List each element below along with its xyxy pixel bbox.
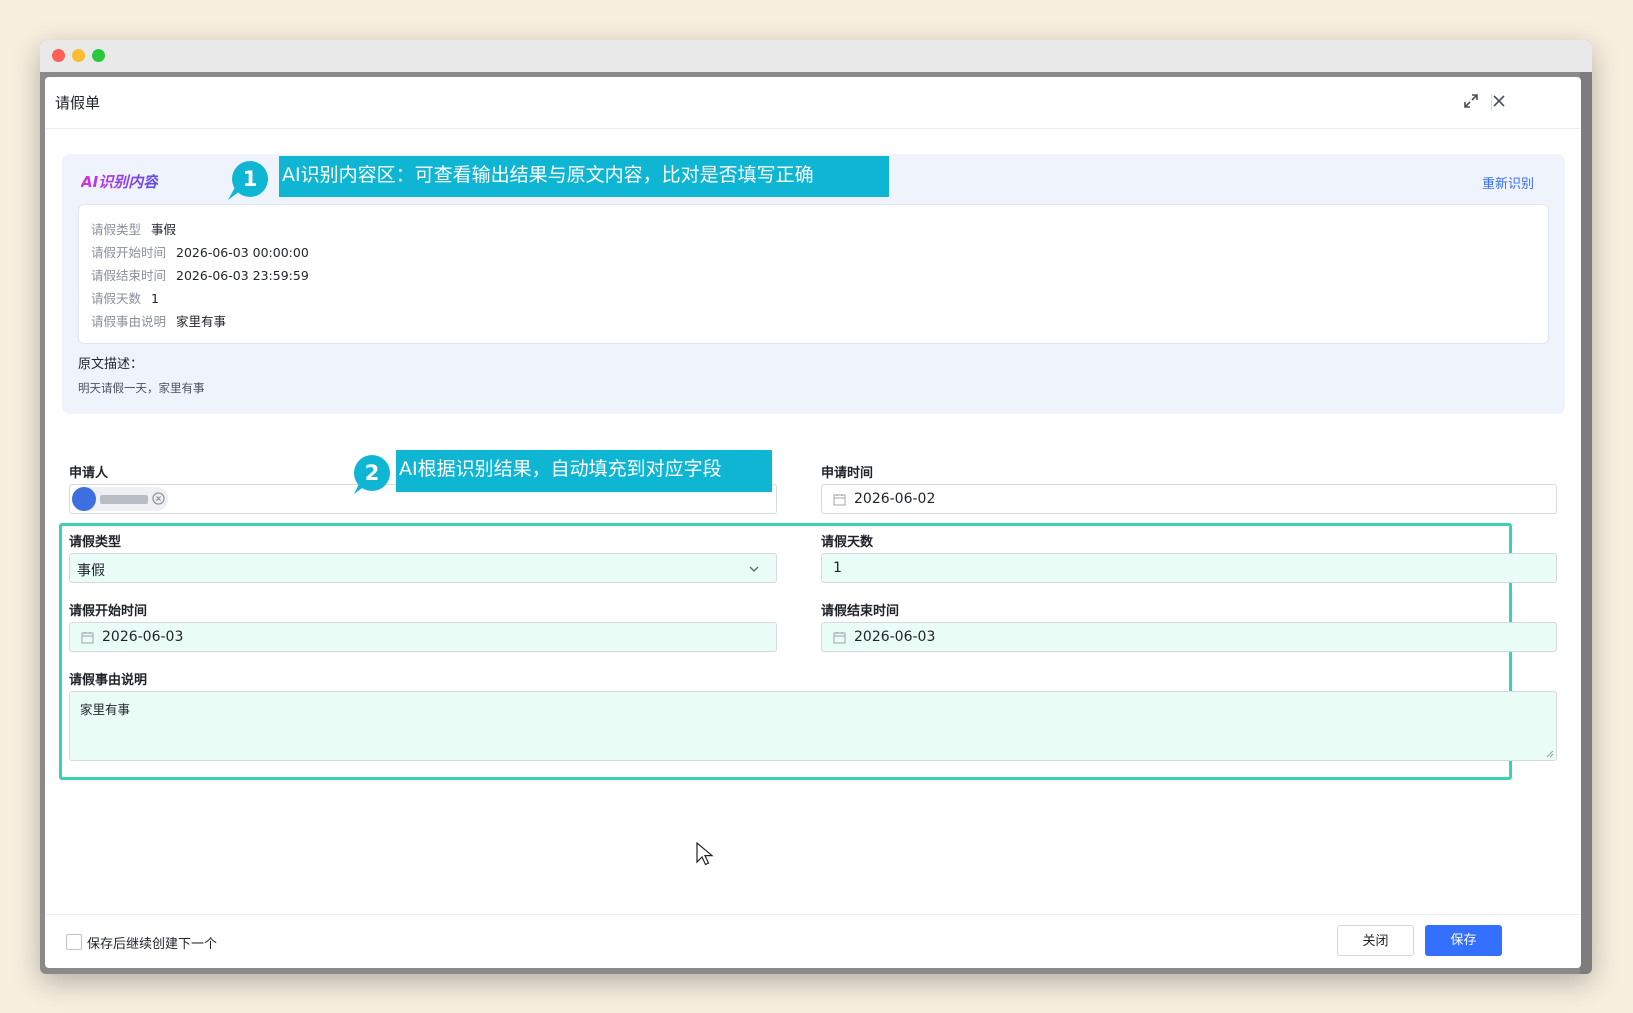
start-time-field[interactable]: 2026-06-03 <box>69 622 777 652</box>
continue-create-label: 保存后继续创建下一个 <box>87 937 218 952</box>
resize-handle-icon[interactable] <box>1545 749 1554 758</box>
callout-2-text: AI根据识别结果，自动填充到对应字段 <box>396 450 772 492</box>
leave-days-label: 请假天数 <box>821 535 874 550</box>
end-time-value: 2026-06-03 <box>854 629 936 645</box>
close-window-button[interactable] <box>52 49 65 62</box>
leave-request-dialog: 请假单 AI识别内容 重新识别 请假类型 事假 请假开始时间 2026-06-03 … <box>45 77 1581 968</box>
original-text-label: 原文描述： <box>78 357 144 372</box>
callout-1-text: AI识别内容区：可查看输出结果与原文内容，比对是否填写正确 <box>279 156 889 197</box>
calendar-icon <box>81 632 94 644</box>
reason-textarea[interactable]: 家里有事 <box>69 691 1557 761</box>
chevron-down-icon <box>749 566 759 572</box>
calendar-icon <box>833 632 846 644</box>
dialog-title: 请假单 <box>55 94 101 112</box>
leave-type-label: 请假类型 <box>69 535 122 550</box>
reason-label: 请假事由说明 <box>69 673 148 688</box>
callout-2-badge: 2 <box>354 455 390 491</box>
ai-result-row: 请假开始时间 2026-06-03 00:00:00 <box>91 245 309 260</box>
applicant-chip <box>72 487 168 511</box>
start-time-label: 请假开始时间 <box>69 604 148 619</box>
reason-value: 家里有事 <box>80 702 131 717</box>
applicant-label: 申请人 <box>69 466 109 481</box>
ai-result-card: 请假类型 事假 请假开始时间 2026-06-03 00:00:00 请假结束时间 2… <box>78 204 1549 344</box>
continue-create-checkbox[interactable] <box>66 934 82 950</box>
remove-chip-icon[interactable] <box>152 492 165 505</box>
mouse-cursor-icon <box>696 842 714 866</box>
dialog-footer: 保存后继续创建下一个 关闭 保存 <box>45 914 1581 968</box>
expand-icon[interactable] <box>1461 91 1481 111</box>
applicant-name-redacted <box>100 495 148 504</box>
ai-result-row: 请假天数 1 <box>91 291 159 306</box>
start-time-value: 2026-06-03 <box>102 629 184 645</box>
callout-1-badge: 1 <box>232 161 268 197</box>
ai-result-row: 请假事由说明 家里有事 <box>91 314 227 329</box>
ai-panel-title: AI识别内容 <box>81 173 159 191</box>
leave-days-input[interactable]: 1 <box>821 553 1557 583</box>
apply-time-value: 2026-06-02 <box>854 491 936 507</box>
apply-time-label: 申请时间 <box>821 466 874 481</box>
avatar <box>72 487 96 511</box>
end-time-field[interactable]: 2026-06-03 <box>821 622 1557 652</box>
leave-days-value: 1 <box>833 560 842 576</box>
close-button[interactable]: 关闭 <box>1337 925 1414 956</box>
original-text: 明天请假一天，家里有事 <box>78 381 205 395</box>
save-button[interactable]: 保存 <box>1425 925 1502 956</box>
calendar-icon <box>833 494 846 506</box>
leave-type-value: 事假 <box>77 563 105 579</box>
window-titlebar <box>40 40 1592 72</box>
close-icon[interactable] <box>1489 91 1509 111</box>
ai-result-row: 请假类型 事假 <box>91 222 177 237</box>
re-recognize-link[interactable]: 重新识别 <box>1482 173 1534 192</box>
background-page <box>1580 72 1592 974</box>
ai-result-row: 请假结束时间 2026-06-03 23:59:59 <box>91 268 309 283</box>
zoom-window-button[interactable] <box>92 49 105 62</box>
end-time-label: 请假结束时间 <box>821 604 900 619</box>
apply-time-field[interactable]: 2026-06-02 <box>821 484 1557 514</box>
dialog-header: 请假单 <box>45 77 1581 129</box>
leave-type-select[interactable]: 事假 <box>69 553 777 583</box>
minimize-window-button[interactable] <box>72 49 85 62</box>
